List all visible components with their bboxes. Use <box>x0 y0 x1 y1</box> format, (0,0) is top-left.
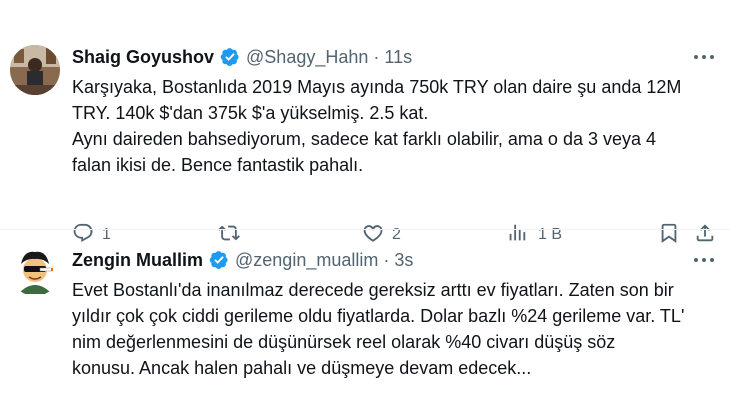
tweet-text-line: Aynı daireden bahsediyorum, sadece kat f… <box>72 129 657 149</box>
tweet-text-line: yıldır çok çok ciddi gerileme oldu fiyat… <box>72 306 685 326</box>
avatar[interactable] <box>10 45 60 95</box>
author-handle[interactable]: @Shagy_Hahn <box>246 47 368 68</box>
tweet-shaig-goyushov[interactable]: Shaig Goyushov @Shagy_Hahn · 11s Karşıya… <box>0 30 730 243</box>
tweet-text-line: konusu. Ancak halen pahalı ve düşmeye de… <box>72 358 532 378</box>
separator-dot: · <box>383 249 390 270</box>
tweet-text: Karşıyaka, Bostanlıda 2019 Mayıs ayında … <box>72 74 716 178</box>
verified-badge-icon <box>220 47 240 67</box>
tweet-time[interactable]: 11s <box>384 47 412 68</box>
verified-badge-icon <box>209 250 229 270</box>
separator-dot: · <box>373 46 380 67</box>
author-name[interactable]: Zengin Muallim <box>72 250 203 271</box>
tweet-text-line: Karşıyaka, Bostanlıda 2019 Mayıs ayında … <box>72 77 682 97</box>
tweet-header: Shaig Goyushov @Shagy_Hahn · 11s <box>72 44 716 70</box>
tweet-zengin-muallim[interactable]: Zengin Muallim @zengin_muallim · 3s Evet… <box>0 230 730 420</box>
more-icon[interactable] <box>692 50 716 64</box>
tweet-text-line: falan ikisi de. Bence fantastik pahalı. <box>72 155 364 175</box>
tweet-text-line: nim değerlenmesini de düşünürsek reel ol… <box>72 332 616 352</box>
tweet-text: Evet Bostanlı'da inanılmaz derecede gere… <box>72 277 716 381</box>
avatar[interactable] <box>10 246 60 296</box>
tweet-time[interactable]: 3s <box>394 250 413 271</box>
tweet-text-line: TRY. 140k $'dan 375k $'a yükselmiş. 2.5 … <box>72 103 429 123</box>
author-handle[interactable]: @zengin_muallim <box>235 250 378 271</box>
tweet-text-line: Evet Bostanlı'da inanılmaz derecede gere… <box>72 280 674 300</box>
tweet-header: Zengin Muallim @zengin_muallim · 3s <box>72 247 716 273</box>
more-icon[interactable] <box>692 253 716 267</box>
author-name[interactable]: Shaig Goyushov <box>72 47 214 68</box>
